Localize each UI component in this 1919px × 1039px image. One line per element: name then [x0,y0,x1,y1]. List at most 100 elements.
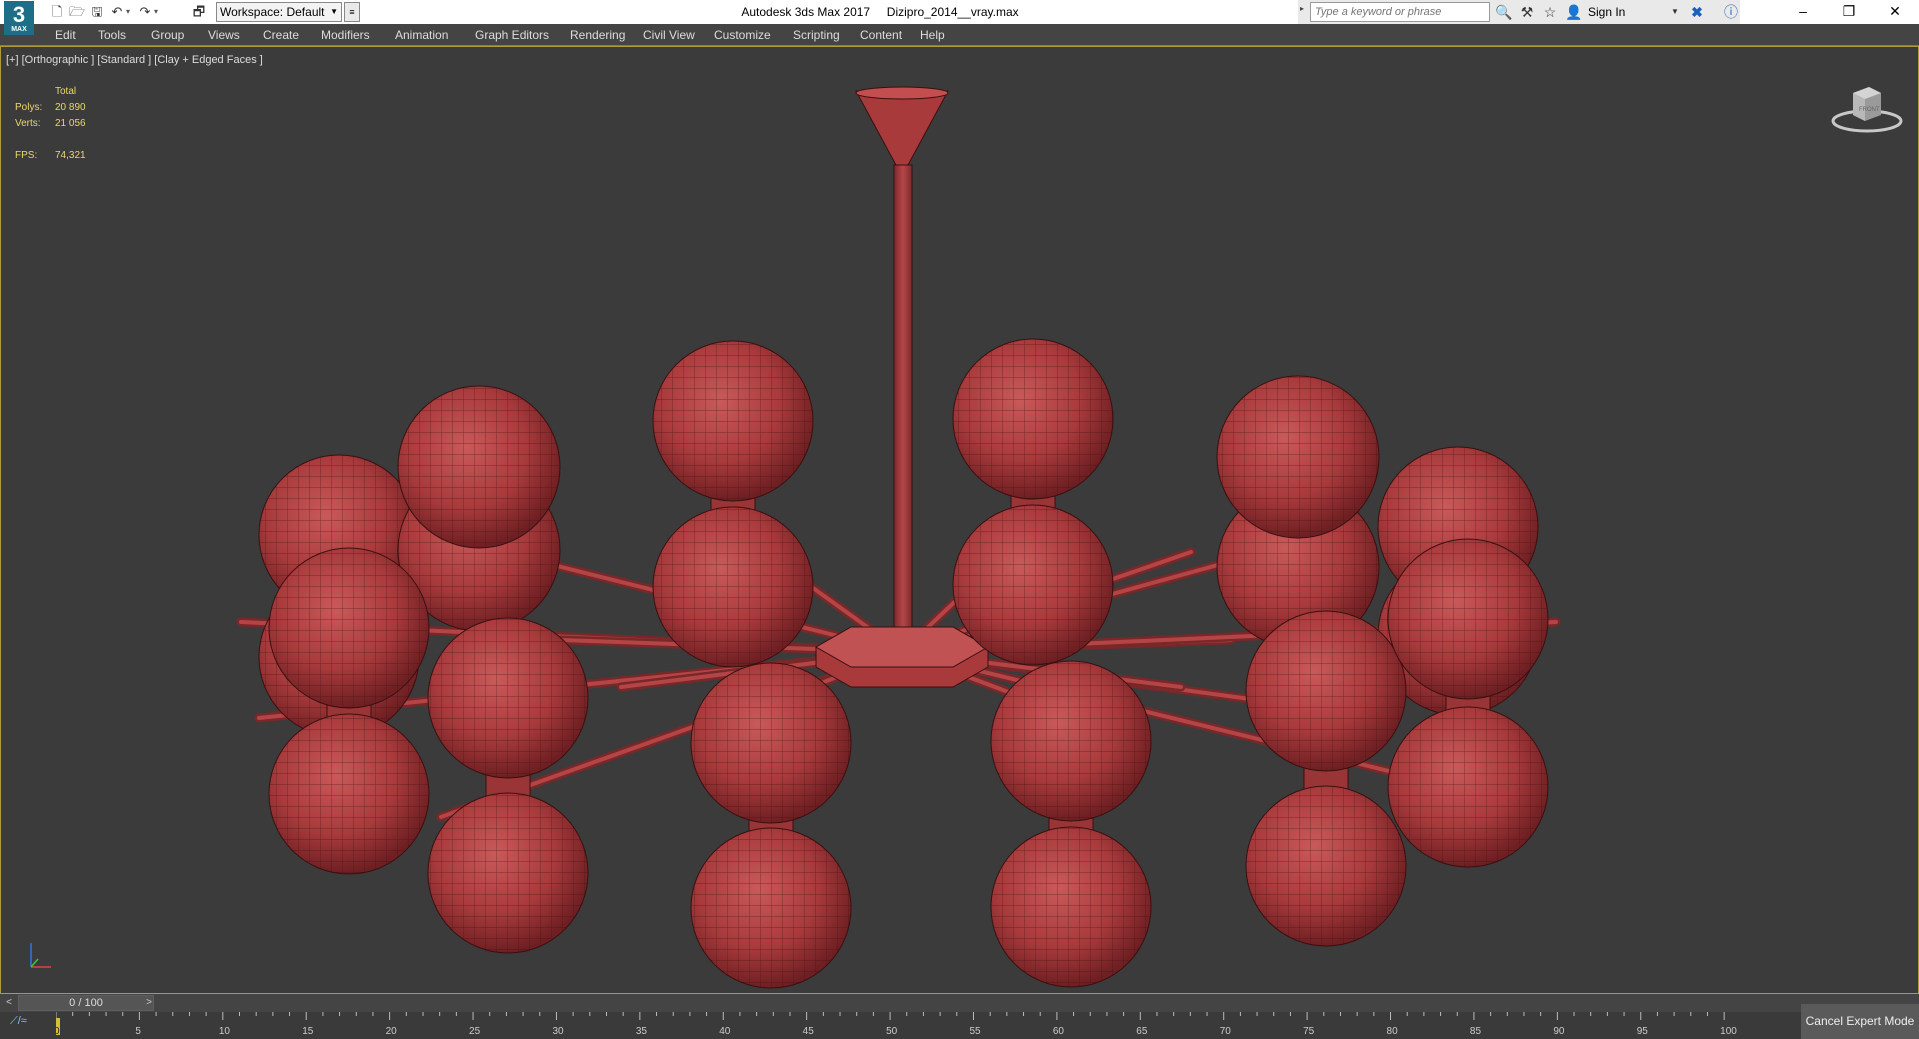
menu-group[interactable]: Group [151,24,184,46]
viewport-front[interactable]: [+] [Orthographic ] [Standard ] [Clay + … [0,46,1919,994]
globe-mesh [428,793,588,953]
app-logo-text: 3 [12,2,26,27]
cancel-expert-mode-button[interactable]: Cancel Expert Mode [1801,1004,1919,1039]
stem-rod [893,164,913,661]
app-logo-icon[interactable]: 3 MAX [4,1,34,35]
exchange-apps-icon[interactable]: ✖ [1688,3,1706,21]
new-file-icon[interactable]: 🗋 [48,3,66,21]
menu-help[interactable]: Help [920,24,945,46]
undo-icon[interactable]: ↶ [108,3,126,21]
next-frame-icon[interactable]: > [142,995,156,1011]
title-bar: 3 MAX 🗋 🗁 🖫 ↶ ▾ ↷ ▾ 🗗 Workspace: Default… [0,0,1919,35]
ruler-label: 10 [219,1026,231,1037]
ruler-label: 45 [803,1026,815,1037]
open-file-icon[interactable]: 🗁 [68,3,86,21]
menu-scripting[interactable]: Scripting [793,24,840,46]
globe-mesh [953,505,1113,665]
workspace-label: Workspace: Default [220,5,325,19]
redo-icon[interactable]: ↷ [136,3,154,21]
viewcube-face-label: FRONT [1859,107,1880,113]
stats-total-label: Total [55,86,77,97]
stats-polys-value: 20 890 [55,102,86,113]
globe-pair [1216,375,1380,649]
window-title: Autodesk 3ds Max 2017 Dizipro_2014__vray… [640,0,1120,24]
globe-pair [952,338,1114,666]
redo-dropdown-icon[interactable]: ▾ [154,3,162,21]
close-button[interactable]: ✕ [1872,0,1918,24]
globe-pair [1245,610,1407,947]
globe-mesh [398,386,560,548]
ruler-label: 25 [469,1026,481,1037]
undo-dropdown-icon[interactable]: ▾ [126,3,134,21]
menu-civil-view[interactable]: Civil View [643,24,695,46]
ruler-label: 95 [1637,1026,1649,1037]
binoculars-icon[interactable]: 🔍 [1495,3,1513,21]
frame-ruler[interactable]: 5 10 15 20 25 30 35 40 45 50 55 60 65 70 75 80 85 90 95 100… [56,1012,1741,1039]
globe-pair [397,385,561,632]
time-slider[interactable]: < 0 / 100 > [0,994,1919,1012]
globe-pair [990,660,1152,988]
globe-mesh [1388,539,1548,699]
search-expand-icon[interactable]: ▸ [1300,4,1304,13]
globe-mesh [269,548,429,708]
globe-pair [652,340,814,668]
track-bar[interactable]: ⟋/≈ 5 10 15 20 25 30 35 40 45 50 55 60 65 70 75 80 85 90 9… [0,1012,1919,1039]
menu-modifiers[interactable]: Modifiers [321,24,370,46]
menu-create[interactable]: Create [263,24,299,46]
search-input[interactable] [1310,2,1490,22]
ruler-label: 100 [1720,1026,1737,1037]
globe-mesh [1246,611,1406,771]
ruler-label: 70 [1220,1026,1232,1037]
prev-frame-icon[interactable]: < [2,995,16,1011]
menu-bar: Edit Tools Group Views Create Modifiers … [0,24,1919,46]
app-logo-sub: MAX [11,26,27,33]
help-icon[interactable]: ⓘ [1722,3,1740,21]
ceiling-cup [855,90,949,166]
globe-pair [1387,538,1549,868]
menu-rendering[interactable]: Rendering [570,24,625,46]
ruler-label: 50 [886,1026,898,1037]
favorites-star-icon[interactable]: ☆ [1541,3,1559,21]
save-file-icon[interactable]: 🖫 [88,3,106,21]
globe-mesh [1388,707,1548,867]
ruler-label: 5 [135,1026,141,1037]
menu-views[interactable]: Views [208,24,240,46]
restore-button[interactable]: ❐ [1826,0,1872,24]
time-slider-thumb[interactable]: 0 / 100 [18,995,154,1011]
chevron-down-icon: ▼ [330,7,338,16]
globe-mesh [953,339,1113,499]
menu-customize[interactable]: Customize [714,24,771,46]
current-frame-label: 0 [56,1026,60,1037]
menu-graph-editors[interactable]: Graph Editors [475,24,549,46]
user-icon[interactable]: 👤 [1565,3,1583,21]
app-title: Autodesk 3ds Max 2017 [741,5,871,19]
sign-in-dropdown-icon[interactable]: ▼ [1671,0,1679,24]
ruler-label: 35 [636,1026,648,1037]
hub-top [814,626,990,668]
ruler-label: 65 [1136,1026,1148,1037]
globe-pair [690,662,852,989]
globe-mesh [691,828,851,988]
quick-access-customize-button[interactable]: ≡ [344,2,360,22]
menu-edit[interactable]: Edit [55,24,76,46]
menu-content[interactable]: Content [860,24,902,46]
workspace-dropdown[interactable]: Workspace: Default ▼ [216,2,342,22]
minimize-button[interactable]: – [1780,0,1826,24]
stats-fps-value: 74,321 [55,150,86,161]
viewcube-icon[interactable]: FRONT [1829,79,1905,139]
subscription-center-icon[interactable]: ⚒ [1518,3,1536,21]
sign-in-link[interactable]: Sign In [1588,0,1625,24]
globe-mesh [653,507,813,667]
ruler-label: 85 [1470,1026,1482,1037]
chandelier-model[interactable] [1,47,1918,993]
menu-tools[interactable]: Tools [98,24,126,46]
project-folder-icon[interactable]: 🗗 [190,3,208,21]
mini-curve-editor-icon[interactable]: ⟋/≈ [10,1015,27,1028]
globe-mesh [653,341,813,501]
ruler-label: 20 [386,1026,398,1037]
ruler-label: 55 [969,1026,981,1037]
globe-mesh [991,827,1151,987]
menu-animation[interactable]: Animation [395,24,448,46]
viewport-label-menu[interactable]: [+] [Orthographic ] [Standard ] [Clay + … [6,54,263,66]
globe-mesh [269,714,429,874]
